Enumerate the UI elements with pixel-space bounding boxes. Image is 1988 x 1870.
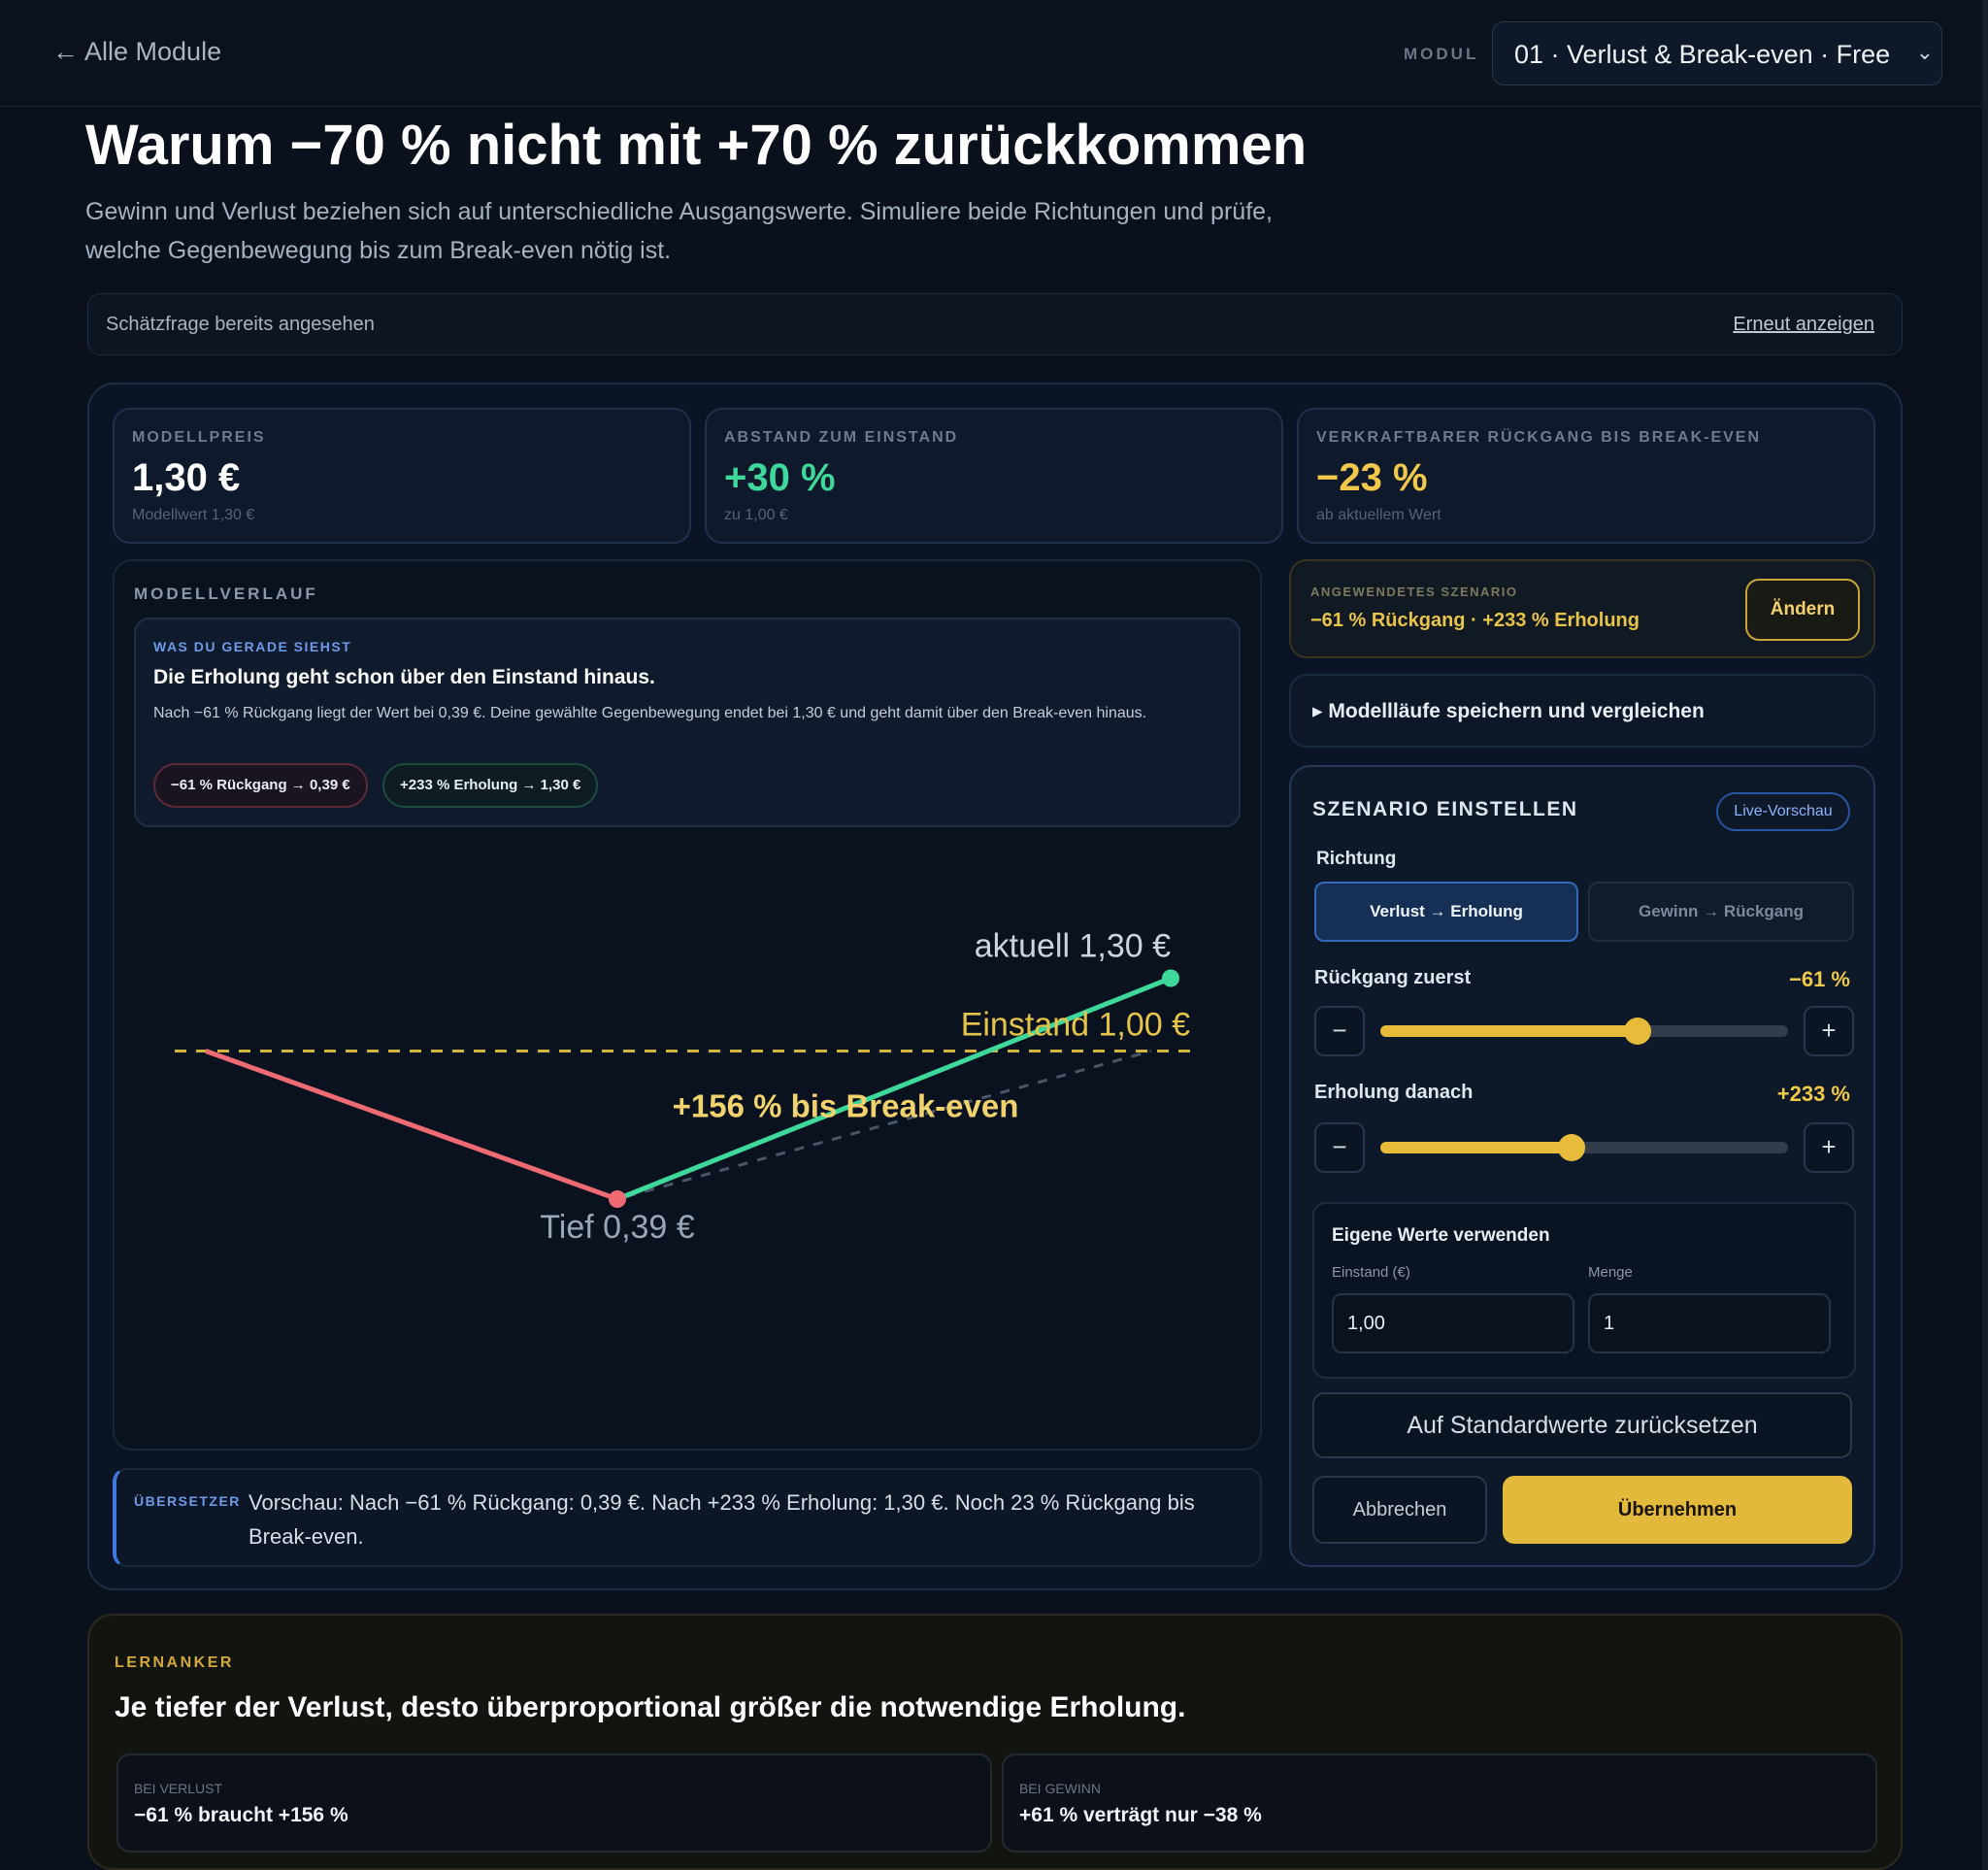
pill-loss: −61 % Rückgang → 0,39 €: [153, 763, 368, 808]
anchor-loss-label: BEI VERLUST: [134, 1781, 223, 1796]
loss-segment: [205, 1049, 618, 1202]
scenario-setup: SZENARIO EINSTELLEN Live-Vorschau Richtu…: [1289, 765, 1875, 1567]
apply-button[interactable]: Übernehmen: [1503, 1476, 1852, 1544]
anchor-gain-card: BEI GEWINN +61 % verträgt nur −38 %: [1002, 1753, 1877, 1853]
stat-label: VERKRAFTBARER RÜCKGANG BIS BREAK-EVEN: [1316, 429, 1762, 446]
recovery-slider-handle[interactable]: [1558, 1134, 1586, 1161]
recovery-label: Erholung danach: [1314, 1082, 1474, 1103]
cancel-button[interactable]: Abbrechen: [1312, 1476, 1487, 1544]
low-value-label: Tief 0,39 €: [540, 1209, 694, 1246]
anchor-gain-value: +61 % verträgt nur −38 %: [1019, 1804, 1262, 1826]
explain-text: Nach −61 % Rückgang liegt der Wert bei 0…: [153, 705, 1147, 721]
direction-gain-drop[interactable]: Gewinn → Rückgang: [1588, 882, 1854, 942]
modul-label: MODUL: [1404, 45, 1479, 63]
recovery-slider-fill: [1380, 1142, 1573, 1153]
own-values-title: Eigene Werte verwenden: [1332, 1225, 1550, 1246]
stat-card-distance: ABSTAND ZUM EINSTAND +30 % zu 1,00 €: [705, 408, 1283, 544]
anchor-title: Je tiefer der Verlust, desto überproport…: [115, 1691, 1186, 1723]
explain-kicker: WAS DU GERADE SIEHST: [153, 639, 352, 654]
drop-value: −61 %: [1789, 967, 1850, 991]
pill-gain: +233 % Erholung → 1,30 €: [382, 763, 599, 808]
stat-value: +30 %: [724, 456, 836, 499]
recovery-value: +233 %: [1776, 1082, 1850, 1106]
stat-card-tolerable-drop: VERKRAFTBARER RÜCKGANG BIS BREAK-EVEN −2…: [1297, 408, 1875, 544]
menge-label: Menge: [1588, 1264, 1633, 1281]
stat-value: −23 %: [1316, 456, 1428, 499]
modul-select[interactable]: 01 · Verlust & Break-even · Free ⌄: [1492, 21, 1942, 85]
drop-slider[interactable]: [1380, 1018, 1788, 1045]
current-value-label: aktuell 1,30 €: [975, 928, 1171, 965]
stat-card-price: MODELLPREIS 1,30 € Modellwert 1,30 €: [113, 408, 691, 544]
stat-value: 1,30 €: [132, 456, 241, 499]
einstand-label: Einstand (€): [1332, 1264, 1410, 1281]
current-point: [1162, 969, 1179, 987]
low-point: [609, 1190, 626, 1208]
stat-sub: Modellwert 1,30 €: [132, 507, 255, 523]
stat-label: ABSTAND ZUM EINSTAND: [724, 429, 959, 446]
page-lead: Gewinn und Verlust beziehen sich auf unt…: [85, 198, 1273, 264]
scenario-value: −61 % Rückgang · +233 % Erholung: [1310, 610, 1640, 631]
change-button[interactable]: Ändern: [1745, 579, 1860, 641]
stat-label: MODELLPREIS: [132, 429, 266, 446]
anchor-loss-value: −61 % braucht +156 %: [134, 1804, 348, 1826]
anchor-loss-card: BEI VERLUST −61 % braucht +156 %: [116, 1753, 992, 1853]
recovery-slider[interactable]: [1380, 1134, 1788, 1161]
translator-box: ÜBERSETZER Vorschau: Nach −61 % Rückgang…: [113, 1468, 1262, 1567]
einstand-input[interactable]: 1,00: [1332, 1293, 1574, 1353]
explain-box: WAS DU GERADE SIEHST Die Erholung geht s…: [134, 618, 1241, 827]
back-link[interactable]: ← Alle Module: [52, 37, 221, 67]
page-title: Warum −70 % nicht mit +70 % zurückkommen: [85, 114, 1308, 177]
recovery-plus-button[interactable]: +: [1804, 1122, 1854, 1173]
save-compare-label: ▸ Modellläufe speichern und vergleichen: [1312, 700, 1705, 722]
drop-minus-button[interactable]: −: [1314, 1006, 1365, 1056]
direction-loss-recovery[interactable]: Verlust → Erholung: [1314, 882, 1578, 942]
explain-title: Die Erholung geht schon über den Einstan…: [153, 666, 655, 688]
notice-text: Schätzfrage bereits angesehen: [106, 314, 375, 335]
stat-sub: ab aktuellem Wert: [1316, 507, 1441, 523]
translator-text: Vorschau: Nach −61 % Rückgang: 0,39 €. N…: [248, 1490, 1195, 1549]
drop-plus-button[interactable]: +: [1804, 1006, 1854, 1056]
drop-slider-fill: [1380, 1025, 1638, 1037]
anchor-kicker: LERNANKER: [115, 1654, 234, 1671]
breakeven-gap-label: +156 % bis Break-even: [673, 1088, 1019, 1124]
menge-input[interactable]: 1: [1588, 1293, 1831, 1353]
drop-label: Rückgang zuerst: [1314, 967, 1472, 988]
learning-anchor: LERNANKER Je tiefer der Verlust, desto ü…: [87, 1614, 1903, 1870]
drop-slider-handle[interactable]: [1623, 1018, 1651, 1045]
chevron-down-icon: ⌄: [1915, 40, 1934, 64]
window-edge: [1982, 0, 1988, 1870]
reset-button[interactable]: Auf Standardwerte zurücksetzen: [1312, 1392, 1852, 1458]
scenario-label: ANGEWENDETES SZENARIO: [1310, 584, 1518, 599]
direction-label: Richtung: [1316, 849, 1397, 869]
breakeven-label: Einstand 1,00 €: [961, 1007, 1190, 1044]
modul-select-value: 01 · Verlust & Break-even · Free: [1514, 40, 1891, 69]
anchor-gain-label: BEI GEWINN: [1019, 1781, 1102, 1796]
show-again-link[interactable]: Erneut anzeigen: [1733, 314, 1874, 336]
chart-card-label: MODELLVERLAUF: [134, 584, 318, 603]
model-chart: aktuell 1,30 € Einstand 1,00 € Tief 0,39 €…: [175, 928, 1200, 1246]
live-preview-badge: Live-Vorschau: [1716, 792, 1850, 831]
translator-label: ÜBERSETZER: [134, 1493, 241, 1509]
notice-bar: Schätzfrage bereits angesehen Erneut anz…: [87, 293, 1903, 355]
save-compare-toggle[interactable]: ▸ Modellläufe speichern und vergleichen: [1289, 674, 1875, 748]
stat-sub: zu 1,00 €: [724, 507, 788, 523]
own-values-box: Eigene Werte verwenden Einstand (€) Meng…: [1312, 1202, 1856, 1379]
recovery-minus-button[interactable]: −: [1314, 1122, 1365, 1173]
applied-scenario: ANGEWENDETES SZENARIO −61 % Rückgang · +…: [1289, 559, 1875, 658]
setup-title: SZENARIO EINSTELLEN: [1312, 798, 1578, 820]
